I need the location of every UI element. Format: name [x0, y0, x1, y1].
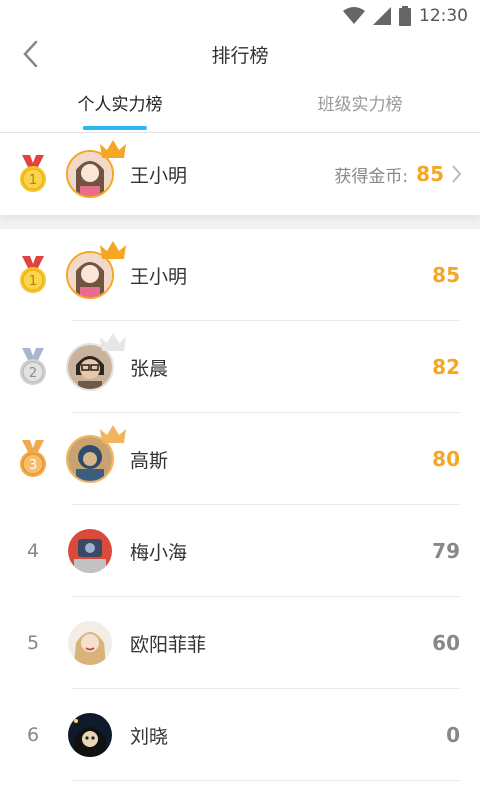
crown-icon — [100, 140, 126, 158]
status-bar: 12:30 — [0, 0, 480, 32]
avatar — [66, 140, 126, 198]
rank-number: 5 — [0, 632, 66, 654]
leaderboard-screen: 12:30 排行榜 个人实力榜 班级实力榜 1 王小明 获得金币: 85 1 王… — [0, 0, 480, 800]
avatar-image — [66, 527, 114, 575]
tab-label: 班级实力榜 — [317, 94, 403, 115]
score: 0 — [446, 723, 460, 747]
score: 85 — [432, 263, 460, 287]
back-button[interactable] — [14, 38, 46, 70]
gold-medal-icon: 1 — [20, 155, 46, 192]
coin-count: 85 — [416, 162, 444, 186]
list-item[interactable]: 6 刘晓 0 — [0, 689, 480, 781]
user-name: 王小明 — [130, 164, 188, 187]
list-item[interactable]: 4 梅小海 79 — [0, 505, 480, 597]
silver-medal-icon: 2 — [20, 348, 46, 385]
score: 80 — [432, 447, 460, 471]
rank-number: 6 — [0, 724, 66, 746]
tab-personal[interactable]: 个人实力榜 — [0, 76, 240, 132]
chevron-right-icon — [452, 165, 462, 183]
svg-text:1: 1 — [29, 274, 37, 289]
score: 79 — [432, 539, 460, 563]
crown-icon — [100, 425, 126, 443]
avatar — [66, 241, 126, 299]
tab-label: 个人实力榜 — [77, 94, 163, 115]
user-name: 王小明 — [130, 265, 188, 288]
rank-label: 5 — [26, 632, 40, 654]
svg-text:2: 2 — [29, 366, 37, 381]
section-gap — [0, 215, 480, 229]
user-name: 张晨 — [130, 357, 169, 380]
rank-label: 6 — [26, 724, 40, 746]
list-item[interactable]: 5 欧阳菲菲 60 — [0, 597, 480, 689]
avatar-image — [66, 619, 114, 667]
app-header: 排行榜 — [0, 32, 480, 76]
user-name: 刘晓 — [130, 725, 169, 748]
active-tab-indicator — [82, 126, 147, 130]
signal-icon — [373, 7, 391, 25]
battery-icon — [399, 6, 411, 26]
wifi-icon — [343, 7, 365, 24]
rank-badge: 2 — [0, 348, 66, 386]
list-item[interactable]: 2 张晨 82 — [0, 321, 480, 413]
rank-number: 4 — [0, 540, 66, 562]
rank-badge: 3 — [0, 440, 66, 478]
score: 60 — [432, 631, 460, 655]
gold-medal-icon: 1 — [20, 256, 46, 293]
svg-text:3: 3 — [29, 458, 37, 473]
avatar-image — [66, 711, 114, 759]
rank-label: 4 — [26, 540, 40, 562]
score: 82 — [432, 355, 460, 379]
avatar — [66, 425, 126, 483]
user-name: 高斯 — [130, 449, 169, 472]
rank-badge: 1 — [0, 256, 66, 294]
divider — [72, 780, 460, 781]
chevron-left-icon — [23, 40, 38, 68]
avatar — [66, 333, 126, 391]
tab-bar: 个人实力榜 班级实力榜 — [0, 76, 480, 133]
tab-class[interactable]: 班级实力榜 — [240, 76, 480, 132]
page-title: 排行榜 — [211, 44, 269, 67]
ranking-list: 1 王小明 85 2 张晨 82 3 高斯 80 4 梅小海 79 5 欧阳菲菲… — [0, 229, 480, 781]
list-item[interactable]: 1 王小明 85 — [0, 229, 480, 321]
avatar — [66, 527, 114, 575]
user-name: 欧阳菲菲 — [130, 633, 207, 656]
coin-label: 获得金币: — [334, 166, 409, 187]
list-item[interactable]: 3 高斯 80 — [0, 413, 480, 505]
crown-icon — [100, 333, 126, 351]
user-name: 梅小海 — [130, 541, 188, 564]
crown-icon — [100, 241, 126, 259]
bronze-medal-icon: 3 — [20, 440, 46, 477]
svg-text:1: 1 — [29, 173, 37, 188]
status-time: 12:30 — [419, 6, 468, 26]
avatar — [66, 711, 114, 759]
avatar — [66, 619, 114, 667]
rank-badge: 1 — [0, 155, 66, 193]
my-rank-row[interactable]: 1 王小明 获得金币: 85 — [0, 133, 480, 215]
